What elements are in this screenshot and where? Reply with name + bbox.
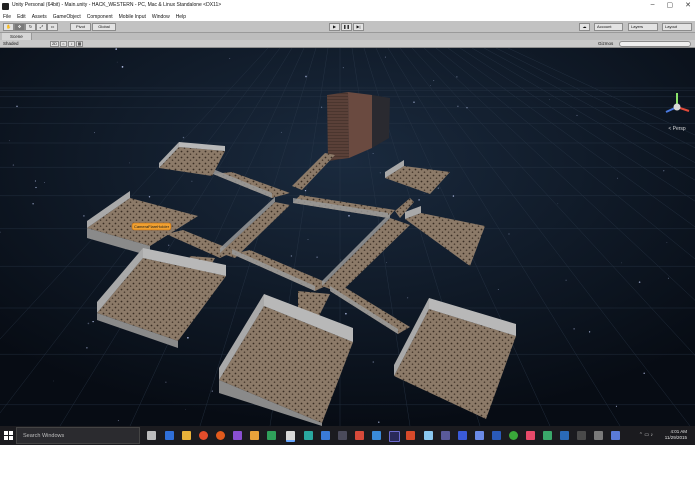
app-green2-icon[interactable]: [543, 431, 552, 440]
menu-mobile-input[interactable]: Mobile Input: [119, 14, 146, 21]
tab-scene[interactable]: Scene: [2, 33, 32, 40]
app-lightblue-icon[interactable]: [424, 431, 433, 440]
app-orange-icon[interactable]: [406, 431, 415, 440]
step-icon[interactable]: ▶|: [353, 23, 364, 31]
pause-icon[interactable]: ❚❚: [341, 23, 352, 31]
photoshop-icon[interactable]: [389, 431, 400, 442]
system-tray-icons[interactable]: ⌃ ▭ ♪: [639, 432, 653, 438]
app-blue4-icon[interactable]: [611, 431, 620, 440]
task-view-icon[interactable]: [147, 431, 156, 440]
steam-icon[interactable]: [338, 431, 347, 440]
minimize-button[interactable]: –: [651, 1, 655, 9]
layout-dropdown[interactable]: Layout: [662, 23, 692, 31]
unity-taskbar-icon[interactable]: [286, 431, 295, 442]
window-controls: – ▢ ✕: [651, 1, 691, 9]
app-blue-icon[interactable]: [321, 431, 330, 440]
move-tool-icon[interactable]: ✥: [14, 23, 25, 31]
windows-start-icon[interactable]: [4, 431, 13, 440]
shading-mode-dropdown[interactable]: Shaded: [3, 41, 19, 47]
global-toggle[interactable]: Global: [92, 23, 116, 31]
edge-browser-icon[interactable]: [165, 431, 174, 440]
app-blue3-icon[interactable]: [560, 431, 569, 440]
cloud-icon[interactable]: ☁: [579, 23, 590, 31]
chrome-icon[interactable]: [199, 431, 208, 440]
menu-edit[interactable]: Edit: [17, 14, 26, 21]
mode-2d-toggle[interactable]: 2D: [50, 41, 59, 47]
gizmos-dropdown[interactable]: Gizmos: [598, 41, 613, 47]
effects-toggle-icon[interactable]: ▦: [76, 41, 83, 47]
menu-assets[interactable]: Assets: [32, 14, 47, 21]
menu-window[interactable]: Window: [152, 14, 170, 21]
firefox-icon[interactable]: [216, 431, 225, 440]
app-gray2-icon[interactable]: [594, 431, 603, 440]
search-placeholder: Search Windows: [23, 433, 65, 439]
app-green-icon[interactable]: [267, 431, 276, 440]
audio-toggle-icon[interactable]: ♪: [68, 41, 75, 47]
app-red-icon[interactable]: [355, 431, 364, 440]
app-purple-icon[interactable]: [441, 431, 450, 440]
window-titlebar: Unity Personal (64bit) - Main.unity - HA…: [0, 0, 695, 14]
rect-tool-icon[interactable]: ▭: [47, 23, 58, 31]
taskbar-search-input[interactable]: Search Windows: [16, 427, 140, 444]
scene-view[interactable]: CameraFlareHolder < Persp: [0, 48, 695, 445]
rotate-tool-icon[interactable]: ↻: [25, 23, 36, 31]
sublime-icon[interactable]: [250, 431, 259, 440]
app-blue2-icon[interactable]: [372, 431, 381, 440]
app-pink-icon[interactable]: [526, 431, 535, 440]
visual-studio-icon[interactable]: [233, 431, 242, 440]
scale-tool-icon[interactable]: ⤢: [36, 23, 47, 31]
scene-tab-bar: Scene: [0, 33, 695, 40]
main-toolbar: ✋ ✥ ↻ ⤢ ▭ Pivot Global ▶ ❚❚ ▶| ☁ Account…: [0, 21, 695, 33]
windows-taskbar: Search Windows ⌃ ▭ ♪ 4:01 AM 11/29/2015: [0, 426, 695, 445]
menu-component[interactable]: Component: [87, 14, 113, 21]
taskbar-clock[interactable]: 4:01 AM 11/29/2015: [665, 429, 687, 441]
app-navy-icon[interactable]: [492, 431, 501, 440]
scene-controls: Shaded 2D ☼ ♪ ▦ Gizmos: [0, 40, 695, 48]
hand-tool-icon[interactable]: ✋: [3, 23, 14, 31]
pivot-toggle[interactable]: Pivot: [70, 23, 91, 31]
app-t-icon[interactable]: [475, 431, 484, 440]
app-gray-icon[interactable]: [577, 431, 586, 440]
persp-label: < Persp: [668, 126, 686, 132]
clock-date: 11/29/2015: [664, 435, 687, 440]
unity-icon: [2, 3, 9, 10]
window-title: Unity Personal (64bit) - Main.unity - HA…: [12, 2, 222, 8]
xbox-icon[interactable]: [509, 431, 518, 440]
scene-viewport[interactable]: CameraFlareHolder < Persp: [0, 48, 695, 427]
account-dropdown[interactable]: Account: [594, 23, 623, 31]
app-teal-icon[interactable]: [304, 431, 313, 440]
close-button[interactable]: ✕: [685, 1, 691, 9]
file-explorer-icon[interactable]: [182, 431, 191, 440]
menu-help[interactable]: Help: [176, 14, 186, 21]
camera-flare-holder-label[interactable]: CameraFlareHolder: [131, 222, 172, 231]
layers-dropdown[interactable]: Layers: [628, 23, 658, 31]
lighting-toggle-icon[interactable]: ☼: [60, 41, 67, 47]
app-indigo-icon[interactable]: [458, 431, 467, 440]
maximize-button[interactable]: ▢: [667, 1, 674, 9]
menu-gameobject[interactable]: GameObject: [53, 14, 81, 21]
play-icon[interactable]: ▶: [329, 23, 340, 31]
scene-search-input[interactable]: [619, 41, 691, 47]
svg-text:CameraFlareHolder: CameraFlareHolder: [134, 224, 170, 229]
menu-bar: File Edit Assets GameObject Component Mo…: [0, 14, 695, 21]
menu-file[interactable]: File: [3, 14, 11, 21]
